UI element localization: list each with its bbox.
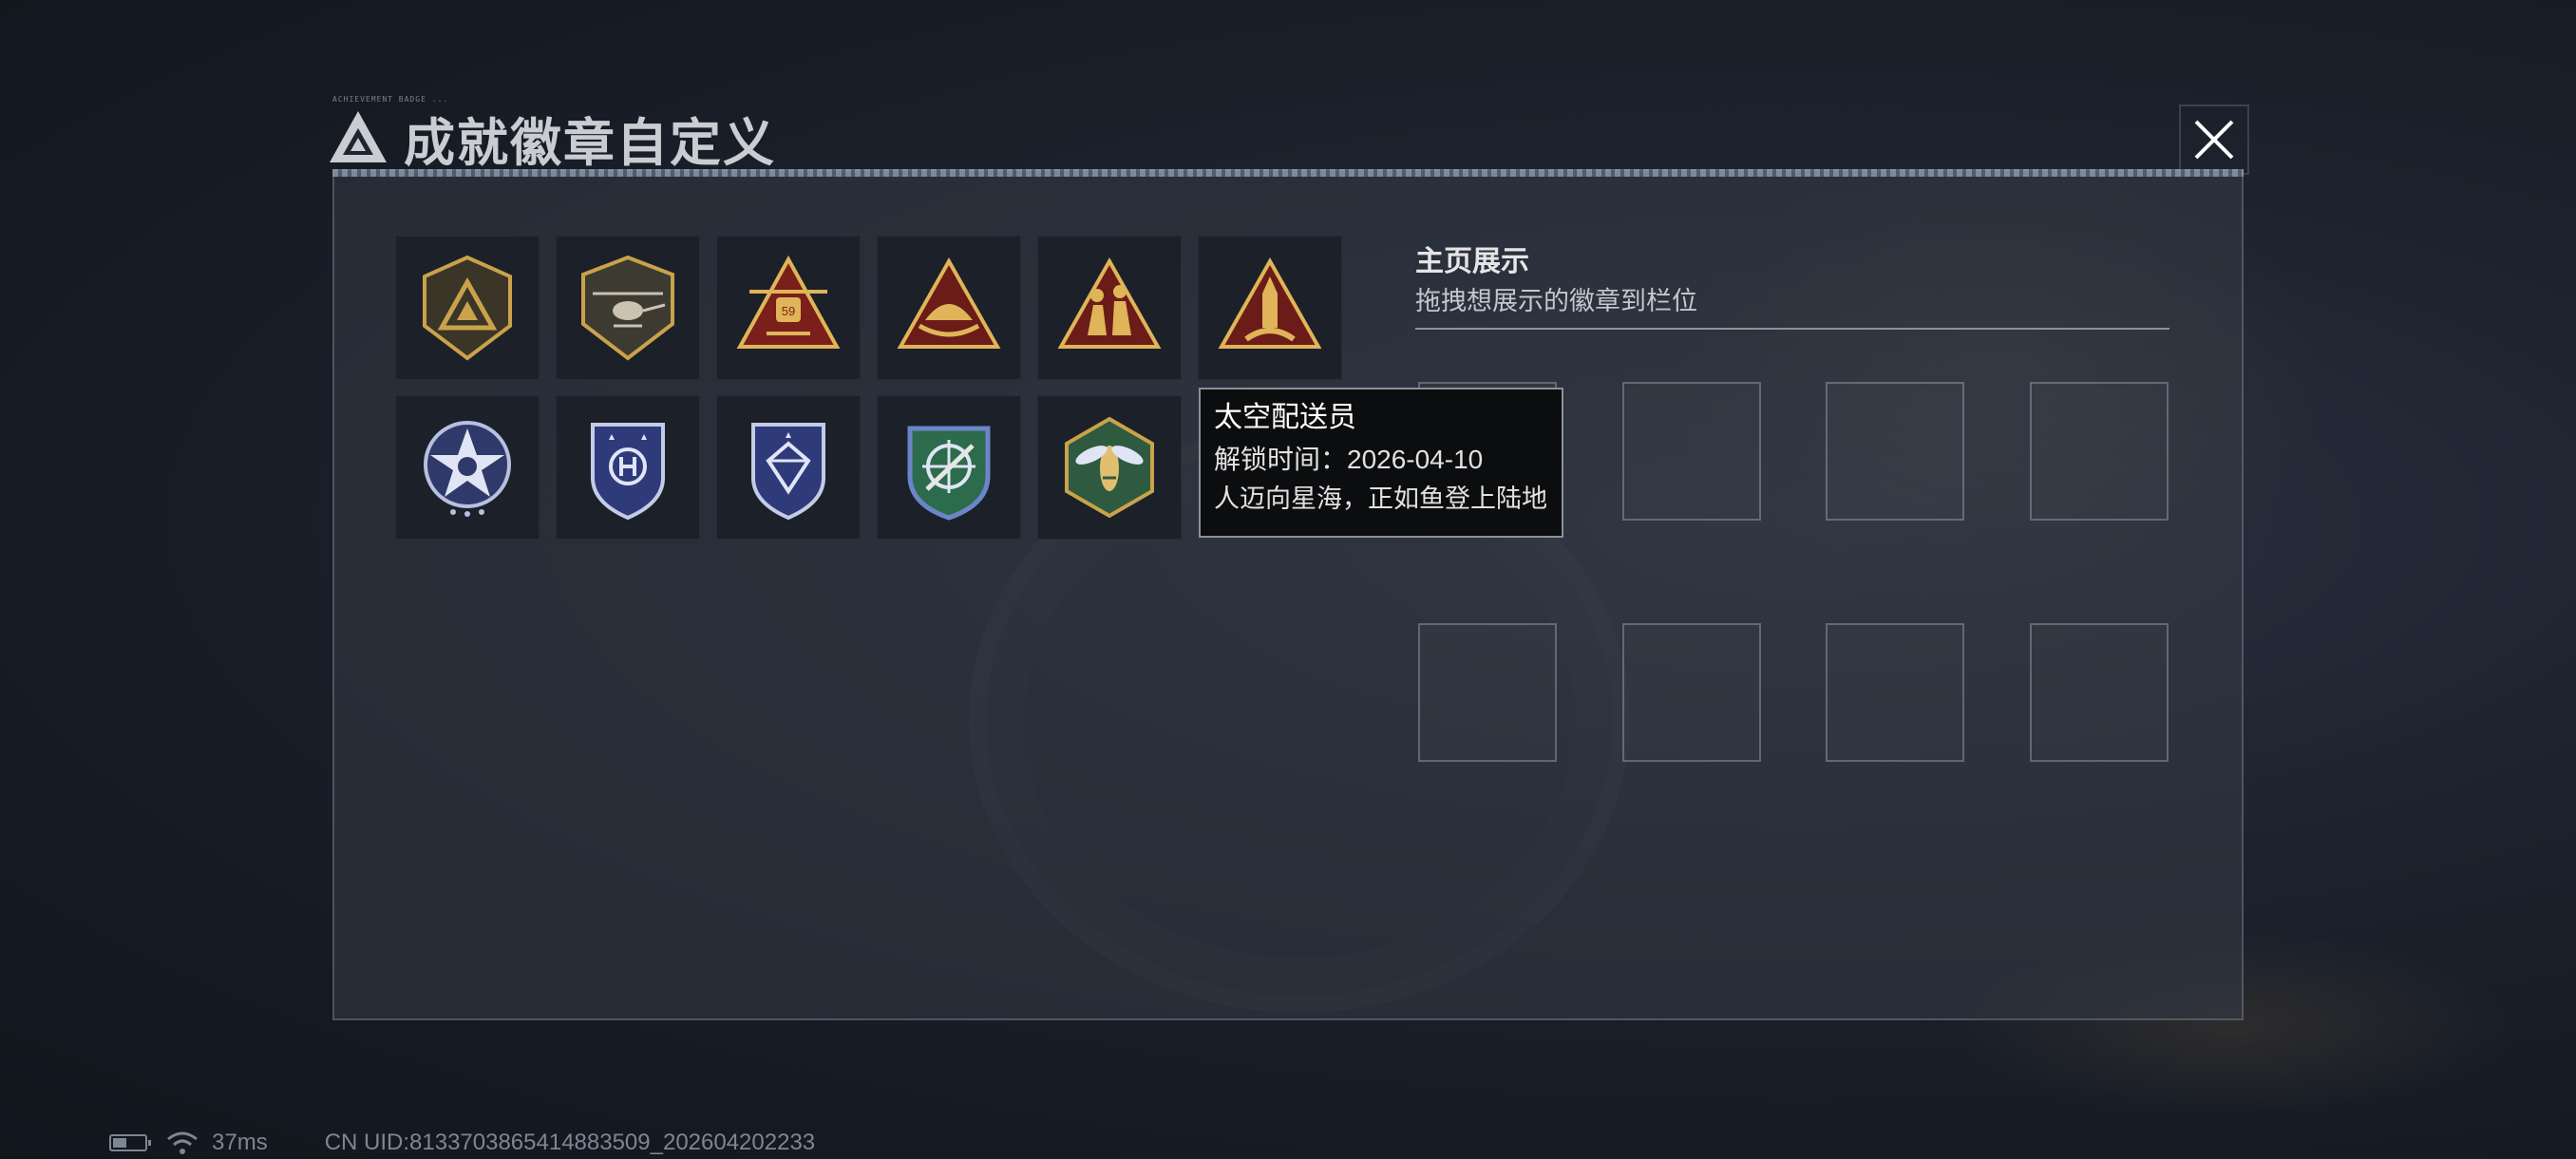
battery-icon: [109, 1134, 151, 1151]
badge-slot-9[interactable]: [716, 395, 861, 540]
panel-top-border: [332, 169, 2244, 177]
page-title: 成就徽章自定义: [404, 114, 776, 172]
badge-slot-1[interactable]: [395, 236, 540, 380]
showcase-slot-4[interactable]: [2030, 382, 2169, 521]
close-icon: [2194, 120, 2234, 160]
showcase-divider: [1415, 328, 2169, 330]
tooltip-unlock-time: 解锁时间：2026-04-10: [1214, 445, 1484, 474]
wing-shield-badge-icon: [591, 423, 665, 521]
helicopter-59-badge-icon: 59: [736, 255, 841, 349]
delta-triangle-shield-badge-icon: [423, 255, 512, 361]
badge-slot-10[interactable]: [877, 395, 1021, 540]
title-bar: 成就徽章自定义: [328, 100, 776, 176]
showcase-subtitle: 拖拽想展示的徽章到栏位: [1415, 287, 1697, 315]
badge-slot-11[interactable]: [1037, 395, 1182, 540]
showcase-title: 主页展示: [1415, 246, 1529, 277]
badge-tooltip: 太空配送员 解锁时间：2026-04-10 人迈向星海，正如鱼登上陆地: [1199, 388, 1563, 538]
close-button[interactable]: [2179, 104, 2249, 175]
badge-slot-6[interactable]: [1198, 236, 1342, 380]
badge-slot-7[interactable]: [395, 395, 540, 540]
rocket-triangle-badge-icon: [1218, 256, 1322, 349]
helmet-triangle-badge-icon: [897, 256, 1001, 349]
soldiers-triangle-badge-icon: [1057, 256, 1162, 349]
diamond-shield-badge-icon: [751, 423, 825, 521]
badge-slot-8[interactable]: [556, 395, 700, 540]
status-bar: 37ms CN UID:8133703865414883509_20260420…: [109, 1129, 815, 1157]
badge-slot-3[interactable]: 59: [716, 236, 861, 380]
svg-text:59: 59: [782, 304, 795, 318]
delta-logo-icon: [330, 111, 387, 162]
showcase-slot-3[interactable]: [1826, 382, 1964, 521]
star-emblem-badge-icon: [424, 421, 511, 517]
showcase-slot-7[interactable]: [1826, 623, 1964, 762]
tooltip-badge-name: 太空配送员: [1214, 402, 1356, 433]
showcase-slot-5[interactable]: [1418, 623, 1557, 762]
badge-slot-2[interactable]: [556, 236, 700, 380]
badge-slot-5[interactable]: [1037, 236, 1182, 380]
wifi-icon: [167, 1131, 198, 1154]
showcase-slot-8[interactable]: [2030, 623, 2169, 762]
badge-slot-4[interactable]: [877, 236, 1021, 380]
showcase-slot-2[interactable]: [1622, 382, 1761, 521]
tooltip-description: 人迈向星海，正如鱼登上陆地: [1214, 484, 1547, 513]
uid-text: CN UID:8133703865414883509_202604202233: [324, 1130, 816, 1155]
crosshair-shield-badge-icon: [907, 426, 991, 521]
showcase-slot-6[interactable]: [1622, 623, 1761, 762]
helicopter-shield-badge-icon: [581, 255, 674, 361]
wasp-hexagon-badge-icon: [1065, 416, 1154, 519]
ping-text: 37ms: [212, 1130, 268, 1155]
